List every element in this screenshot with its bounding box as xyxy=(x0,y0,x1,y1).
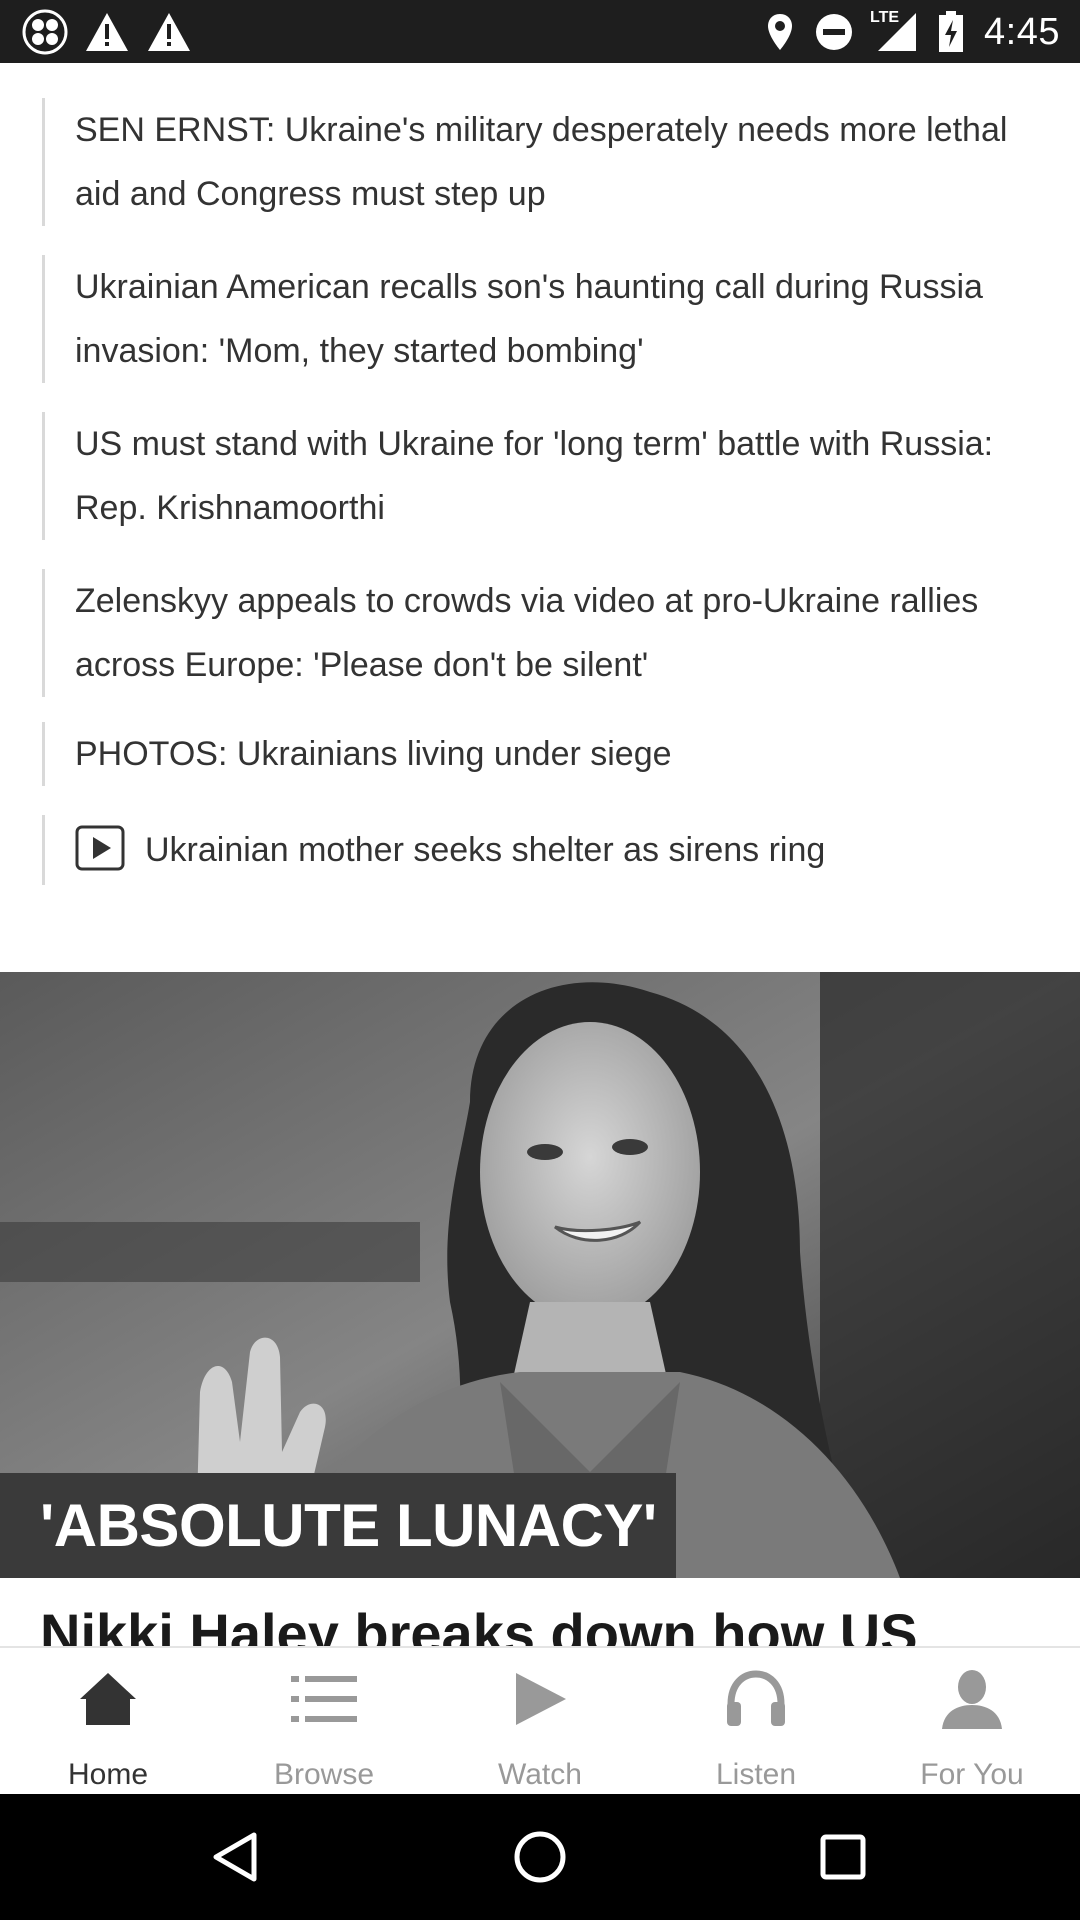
related-story-link[interactable]: Ukrainian American recalls son's hauntin… xyxy=(42,255,1032,383)
home-icon xyxy=(73,1664,143,1734)
nav-label: Watch xyxy=(498,1758,582,1791)
back-icon[interactable] xyxy=(205,1827,265,1887)
nav-home[interactable]: Home xyxy=(0,1648,216,1796)
nav-for-you[interactable]: For You xyxy=(864,1648,1080,1796)
warning-icon xyxy=(146,11,192,53)
app-icon xyxy=(22,9,68,55)
related-story-link[interactable]: Zelenskyy appeals to crowds via video at… xyxy=(42,569,1032,697)
nav-browse[interactable]: Browse xyxy=(216,1648,432,1796)
dnd-icon xyxy=(814,12,854,52)
headphones-icon xyxy=(721,1664,791,1734)
clock: 4:45 xyxy=(984,10,1060,53)
battery-charging-icon xyxy=(938,11,964,53)
related-video-link[interactable]: Ukrainian mother seeks shelter as sirens… xyxy=(42,815,1032,885)
location-icon xyxy=(766,12,794,52)
nav-label: Browse xyxy=(273,1758,375,1791)
related-story-title: Ukrainian American recalls son's hauntin… xyxy=(75,268,983,370)
hero-kicker-label[interactable]: 'ABSOLUTE LUNACY' xyxy=(0,1473,676,1578)
article-headline[interactable]: Nikki Haley breaks down how US xyxy=(40,1598,1060,1646)
related-story-title: SEN ERNST: Ukraine's military desperatel… xyxy=(75,111,1008,213)
related-story-link[interactable]: US must stand with Ukraine for 'long ter… xyxy=(42,412,1032,540)
related-story-title: PHOTOS: Ukrainians living under siege xyxy=(75,735,672,773)
related-story-title: US must stand with Ukraine for 'long ter… xyxy=(75,425,994,527)
related-story-title: Zelenskyy appeals to crowds via video at… xyxy=(75,582,979,684)
list-icon xyxy=(289,1664,359,1734)
video-play-icon xyxy=(75,825,125,871)
home-circle-icon[interactable] xyxy=(510,1827,570,1887)
bottom-navigation: Home Browse Watch Listen For You xyxy=(0,1646,1080,1796)
system-navigation-bar xyxy=(0,1794,1080,1920)
recents-icon[interactable] xyxy=(813,1827,873,1887)
nav-listen[interactable]: Listen xyxy=(648,1648,864,1796)
signal-icon: LTE xyxy=(870,9,918,53)
nav-watch[interactable]: Watch xyxy=(432,1648,648,1796)
nav-label: For You xyxy=(920,1758,1024,1791)
warning-icon xyxy=(84,11,130,53)
status-bar: LTE 4:45 xyxy=(0,0,1080,63)
related-story-link[interactable]: SEN ERNST: Ukraine's military desperatel… xyxy=(42,98,1032,226)
network-type: LTE xyxy=(870,9,900,26)
nav-label: Listen xyxy=(715,1758,797,1791)
nav-label: Home xyxy=(67,1758,149,1791)
related-story-title: Ukrainian mother seeks shelter as sirens… xyxy=(145,831,826,869)
play-icon xyxy=(505,1664,575,1734)
related-story-link[interactable]: PHOTOS: Ukrainians living under siege xyxy=(42,722,1032,786)
person-icon xyxy=(937,1664,1007,1734)
